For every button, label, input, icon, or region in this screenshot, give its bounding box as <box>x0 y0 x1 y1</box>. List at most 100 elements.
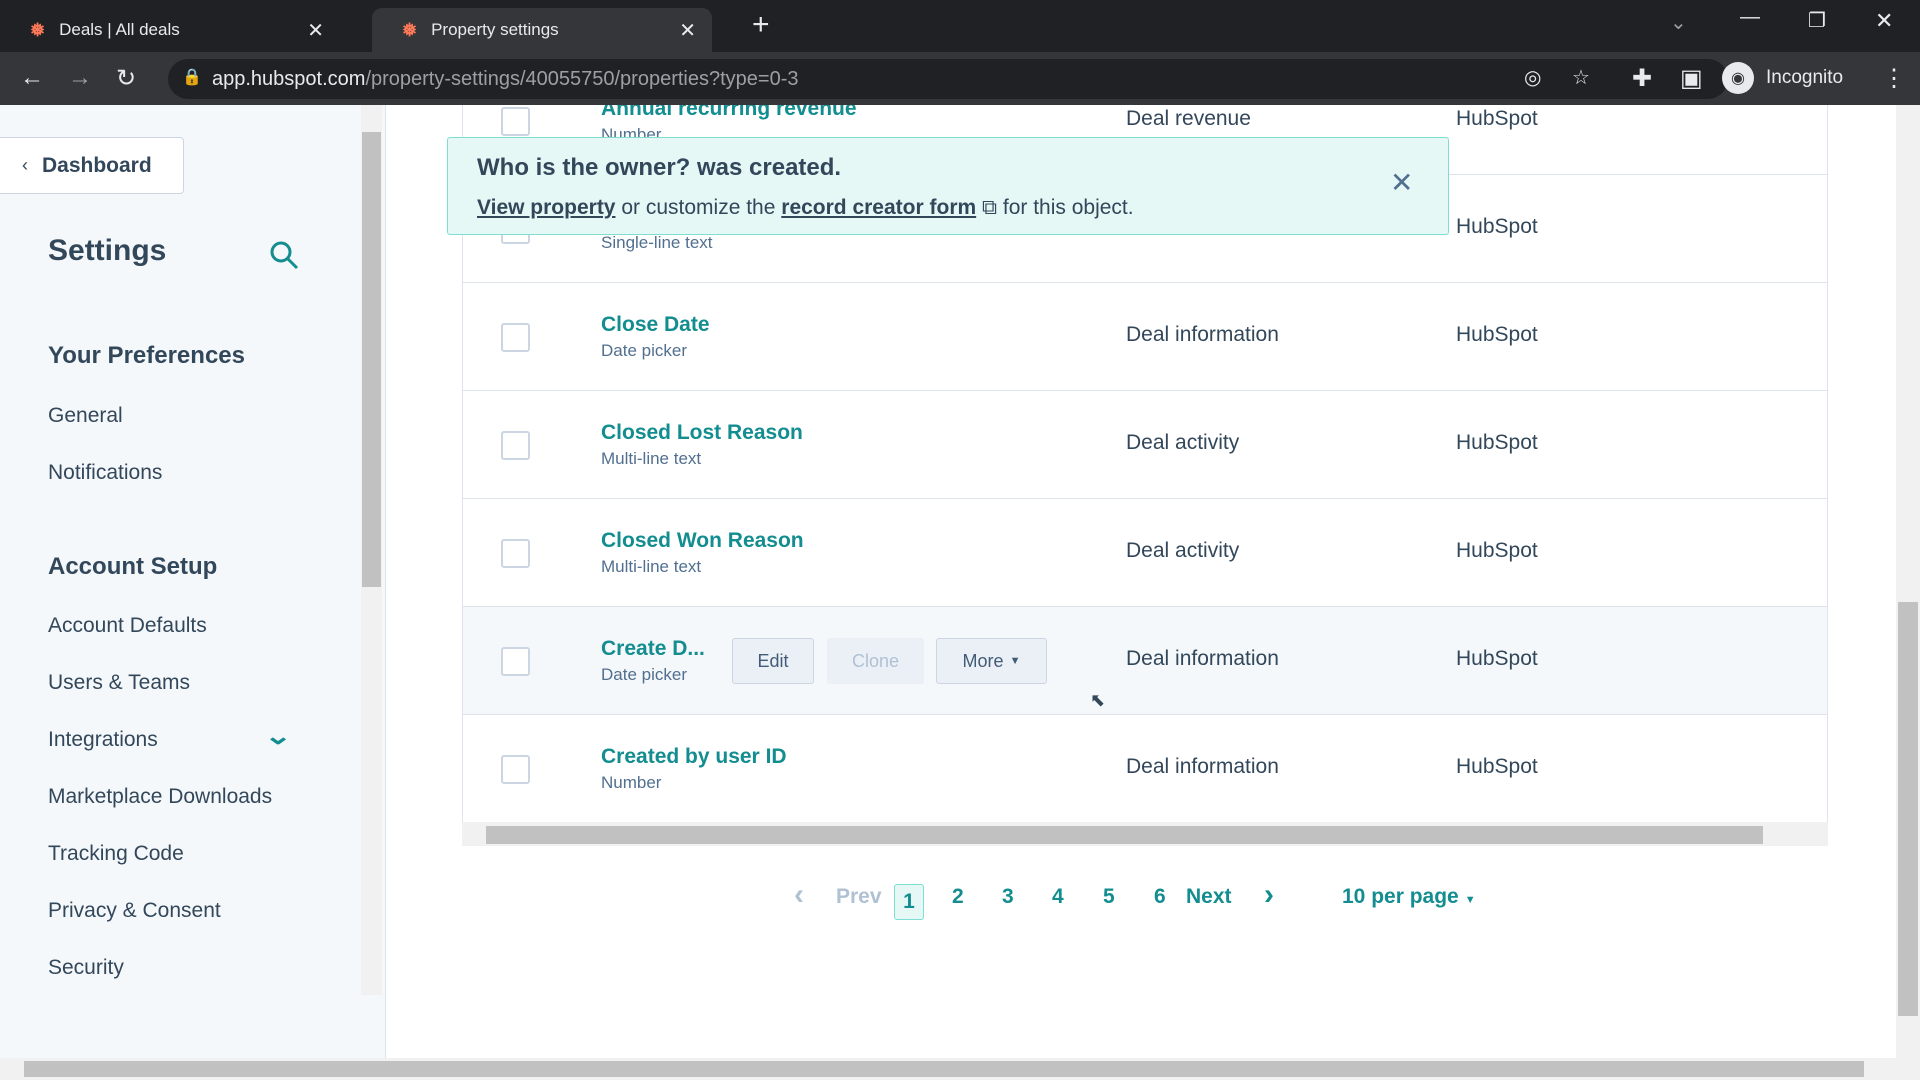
alert-message: View property or customize the record cr… <box>477 196 1134 220</box>
restore-icon[interactable]: ❐ <box>1808 8 1826 33</box>
prev-page-button[interactable]: Prev <box>836 885 882 909</box>
property-name-link[interactable]: Closed Lost Reason <box>601 421 803 445</box>
table-row[interactable]: Closed Won Reason Multi-line text Deal a… <box>463 499 1827 607</box>
address-bar[interactable]: 🔒 app.hubspot.com/property-settings/4005… <box>168 59 1728 99</box>
tab-search-icon[interactable]: ⌄ <box>1670 10 1687 35</box>
sidebar-item-integrations[interactable]: Integrations <box>48 728 158 752</box>
table-row[interactable]: Create D... Date picker Edit Clone More ▼… <box>463 607 1827 715</box>
mouse-cursor: ⬉ <box>1090 690 1106 710</box>
alert-text-end: for this object. <box>1002 196 1134 219</box>
table-scrollbar-thumb[interactable] <box>486 826 1763 844</box>
sidebar-item-security[interactable]: Security <box>48 956 124 980</box>
property-source: HubSpot <box>1456 647 1538 670</box>
table-row[interactable]: Created by user ID Number Deal informati… <box>463 715 1827 822</box>
sidebar-item-account-defaults[interactable]: Account Defaults <box>48 614 207 638</box>
close-tab-icon[interactable]: ✕ <box>307 18 324 43</box>
incognito-icon: ◉ <box>1722 62 1754 94</box>
table-row[interactable]: Close Date Date picker Deal information … <box>463 283 1827 391</box>
sidebar-item-tracking-code[interactable]: Tracking Code <box>48 842 184 866</box>
more-dropdown-button[interactable]: More ▼ <box>936 638 1047 684</box>
property-source: HubSpot <box>1456 539 1538 562</box>
close-icon[interactable]: ✕ <box>1390 166 1413 199</box>
hubspot-sprocket-icon: ❅ <box>402 19 418 40</box>
next-chevron-icon[interactable]: › <box>1264 878 1274 912</box>
success-alert-banner: Who is the owner? was created. View prop… <box>447 137 1449 235</box>
property-group: Deal revenue <box>1126 107 1251 130</box>
section-account-setup: Account Setup <box>48 553 218 580</box>
property-source: HubSpot <box>1456 323 1538 346</box>
sidebar-item-users-teams[interactable]: Users & Teams <box>48 671 190 695</box>
row-checkbox[interactable] <box>501 323 530 352</box>
lock-icon: 🔒 <box>182 69 202 86</box>
external-link-icon: ⧉ <box>982 196 998 219</box>
property-type: Date picker <box>601 341 687 360</box>
tracking-protection-icon[interactable]: ◎ <box>1524 65 1541 90</box>
view-property-link[interactable]: View property <box>477 196 616 219</box>
table-row[interactable]: Closed Lost Reason Multi-line text Deal … <box>463 391 1827 499</box>
sidebar-scrollbar-thumb[interactable] <box>362 132 381 587</box>
url-domain: app.hubspot.com <box>212 67 366 90</box>
browser-menu-icon[interactable]: ⋮ <box>1882 64 1906 93</box>
chevron-left-icon: ‹ <box>22 155 28 175</box>
row-checkbox[interactable] <box>501 431 530 460</box>
row-checkbox[interactable] <box>501 107 530 136</box>
new-tab-icon[interactable]: + <box>752 8 770 42</box>
property-type: Multi-line text <box>601 557 702 576</box>
page-5-button[interactable]: 5 <box>1103 885 1115 909</box>
page-3-button[interactable]: 3 <box>1002 885 1014 909</box>
property-name-link[interactable]: Create D... <box>601 637 705 661</box>
tab-property-settings[interactable]: ❅ Property settings ✕ <box>372 8 712 52</box>
extensions-icon[interactable]: ✚ <box>1632 64 1652 93</box>
hubspot-sprocket-icon: ❅ <box>30 19 46 40</box>
page-6-button[interactable]: 6 <box>1154 885 1166 909</box>
row-checkbox[interactable] <box>501 539 530 568</box>
incognito-profile[interactable]: ◉ Incognito <box>1722 62 1843 94</box>
close-tab-icon[interactable]: ✕ <box>679 18 696 43</box>
sidebar-item-marketplace-downloads[interactable]: Marketplace Downloads <box>48 785 272 809</box>
caret-down-icon: ▼ <box>1464 894 1476 906</box>
page-horizontal-scrollbar-thumb[interactable] <box>24 1061 1864 1077</box>
prev-chevron-icon[interactable]: ‹ <box>794 878 804 912</box>
next-page-button[interactable]: Next <box>1186 885 1232 909</box>
edit-button[interactable]: Edit <box>732 638 814 684</box>
tab-deals[interactable]: ❅ Deals | All deals ✕ <box>0 8 340 52</box>
property-name-link[interactable]: Created by user ID <box>601 745 787 769</box>
minimize-icon[interactable]: — <box>1740 6 1760 29</box>
property-group: Deal activity <box>1126 539 1240 562</box>
property-source: HubSpot <box>1456 107 1538 130</box>
sidebar-item-general[interactable]: General <box>48 404 123 428</box>
property-name-link[interactable]: Closed Won Reason <box>601 529 804 553</box>
dashboard-back-button[interactable]: ‹ Dashboard <box>0 137 184 194</box>
property-name-link[interactable]: Annual recurring revenue <box>601 105 857 121</box>
side-panel-icon[interactable]: ▣ <box>1680 64 1703 93</box>
sidebar-item-notifications[interactable]: Notifications <box>48 461 162 485</box>
per-page-dropdown[interactable]: 10 per page ▼ <box>1342 885 1476 909</box>
reload-icon[interactable]: ↻ <box>116 64 136 93</box>
property-name-link[interactable]: Close Date <box>601 313 710 337</box>
bookmark-star-icon[interactable]: ☆ <box>1572 65 1590 90</box>
clone-button[interactable]: Clone <box>827 638 924 684</box>
property-source: HubSpot <box>1456 755 1538 778</box>
chevron-down-icon[interactable]: ⌄ <box>264 722 292 751</box>
forward-icon[interactable]: → <box>68 64 92 92</box>
alert-text: or customize the <box>621 196 776 219</box>
url-path: /property-settings/40055750/properties?t… <box>365 67 799 90</box>
page-1-button[interactable]: 1 <box>894 884 924 920</box>
profile-label: Incognito <box>1766 67 1844 88</box>
property-type: Single-line text <box>601 233 713 252</box>
more-label: More <box>962 650 1004 671</box>
page-scrollbar-thumb[interactable] <box>1898 602 1918 1016</box>
row-checkbox[interactable] <box>501 755 530 784</box>
page-4-button[interactable]: 4 <box>1052 885 1064 909</box>
row-checkbox[interactable] <box>501 647 530 676</box>
page-2-button[interactable]: 2 <box>952 885 964 909</box>
record-creator-form-link[interactable]: record creator form <box>781 196 976 219</box>
browser-tab-bar: ❅ Deals | All deals ✕ ❅ Property setting… <box>0 0 1920 52</box>
sidebar-item-privacy-consent[interactable]: Privacy & Consent <box>48 899 221 923</box>
tab-title: Property settings <box>431 20 559 39</box>
search-icon[interactable] <box>268 239 300 271</box>
property-source: HubSpot <box>1456 215 1538 238</box>
close-window-icon[interactable]: ✕ <box>1875 8 1893 34</box>
back-icon[interactable]: ← <box>20 64 44 92</box>
property-group: Deal information <box>1126 323 1279 346</box>
